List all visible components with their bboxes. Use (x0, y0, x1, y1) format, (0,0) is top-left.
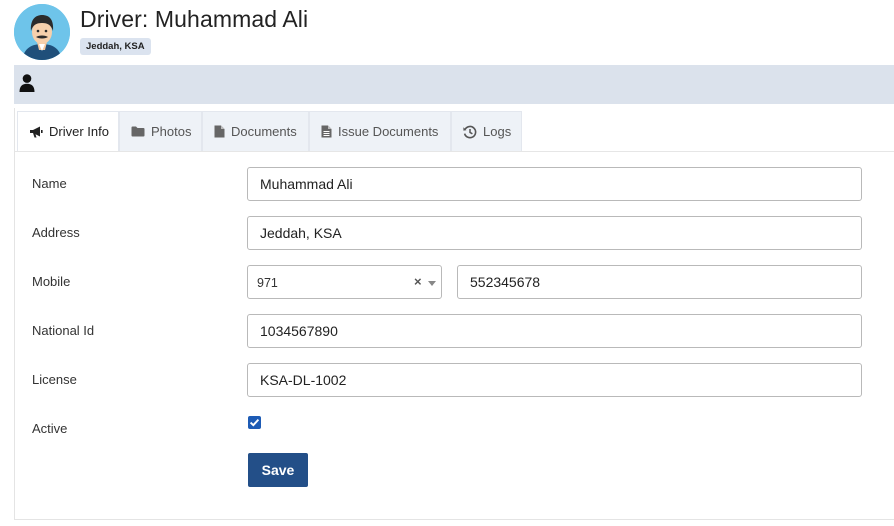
name-input[interactable] (247, 167, 862, 201)
user-bar (14, 65, 894, 104)
save-button[interactable]: Save (248, 453, 308, 487)
active-label: Active (32, 421, 68, 436)
tab-photos[interactable]: Photos (119, 111, 202, 151)
license-input[interactable] (247, 363, 862, 397)
address-input[interactable] (247, 216, 862, 250)
chevron-down-icon[interactable] (428, 281, 436, 286)
tab-documents[interactable]: Documents (202, 111, 309, 151)
mobile-label: Mobile (32, 274, 71, 289)
mobile-number-input[interactable] (457, 265, 862, 299)
name-label: Name (32, 176, 67, 191)
bullhorn-icon (30, 126, 43, 137)
tab-driver-info[interactable]: Driver Info (17, 111, 119, 151)
file-text-icon (321, 125, 332, 138)
tab-logs[interactable]: Logs (451, 111, 522, 151)
checkmark-icon (249, 418, 260, 427)
address-label: Address (32, 225, 80, 240)
folder-icon (131, 126, 145, 137)
driver-avatar-icon (14, 4, 70, 60)
clear-icon[interactable]: × (414, 275, 422, 289)
tab-documents-label: Documents (231, 124, 297, 139)
user-icon[interactable] (19, 74, 35, 92)
tab-logs-label: Logs (483, 124, 512, 139)
national-id-label: National Id (32, 323, 95, 338)
driver-panel: Driver Info Photos Documents Issue Docum… (14, 108, 894, 520)
page-title: Driver: Muhammad Ali (80, 6, 309, 32)
tab-issue-documents[interactable]: Issue Documents (309, 111, 451, 151)
tabs-divider (15, 151, 894, 152)
country-code-select[interactable]: 971 × (247, 265, 442, 299)
license-label: License (32, 372, 77, 387)
tab-photos-label: Photos (151, 124, 192, 139)
file-icon (214, 125, 225, 138)
driver-avatar (14, 4, 70, 60)
country-code-value: 971 (257, 276, 278, 290)
tab-driver-info-label: Driver Info (49, 124, 109, 139)
national-id-input[interactable] (247, 314, 862, 348)
tab-issue-documents-label: Issue Documents (338, 124, 439, 139)
location-badge: Jeddah, KSA (80, 38, 151, 55)
history-icon (463, 125, 477, 138)
active-checkbox[interactable] (248, 416, 261, 429)
